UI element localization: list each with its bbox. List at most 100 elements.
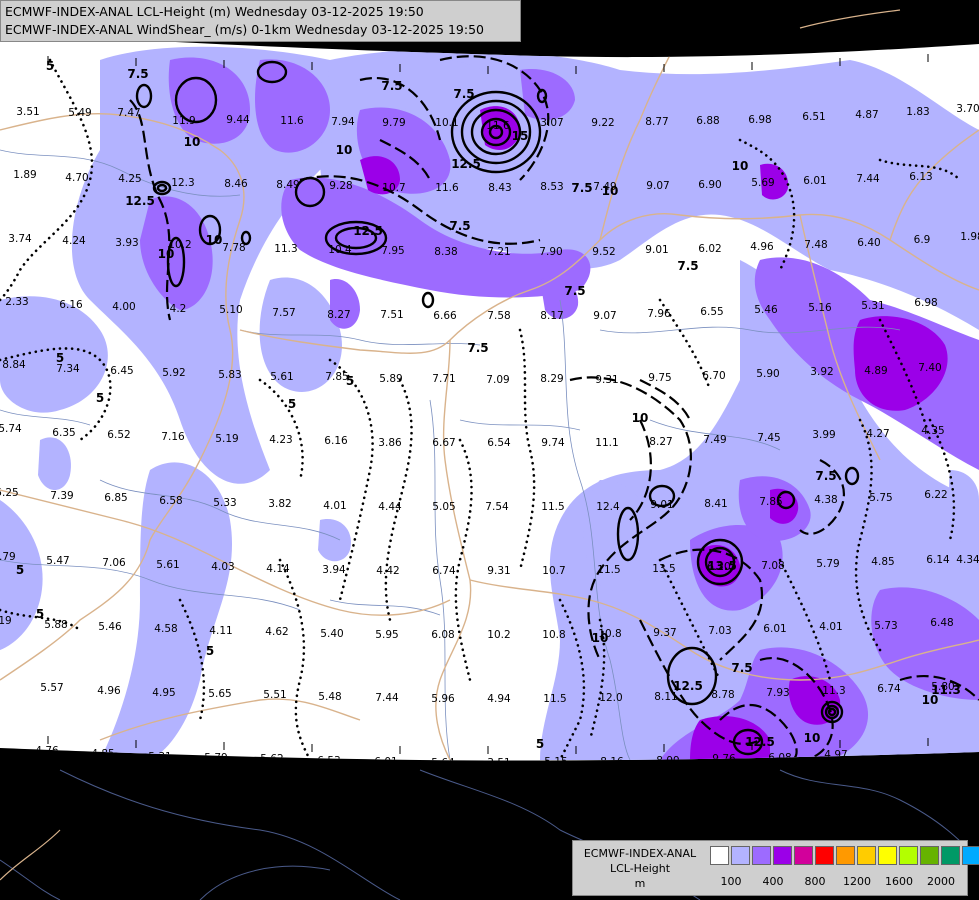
station-value: 8.43 [488, 182, 511, 194]
station-value: 4.24 [62, 235, 86, 247]
station-value: 6.19 [0, 615, 12, 627]
station-value: 4.34 [956, 554, 979, 566]
station-value: 6.01 [763, 623, 786, 635]
station-value: 10.1 [435, 117, 458, 129]
station-value: 5.10 [219, 304, 242, 316]
legend-title-model: ECMWF-INDEX-ANAL [583, 847, 697, 860]
station-value: 5.46 [754, 304, 778, 316]
legend-swatch [899, 846, 918, 865]
legend-title-unit: m [634, 877, 646, 890]
station-value: 4.96 [750, 241, 774, 253]
legend-tick-labels: 100 400 800 1200 1600 2000 [710, 875, 966, 889]
weather-map: 7.51012.57.510157.512.57.51012.510107.57… [0, 0, 979, 900]
station-value: 5.19 [215, 433, 238, 445]
station-value: 7.47 [117, 107, 140, 119]
contour-label: 12.5 [451, 157, 481, 171]
station-value: 7.45 [757, 432, 780, 444]
contour-label: 7.5 [467, 341, 488, 355]
legend-swatch [710, 846, 729, 865]
station-value: 7.96 [647, 308, 671, 320]
station-value: 3.99 [812, 429, 835, 441]
station-value: 5.83 [218, 369, 241, 381]
station-value: 4.95 [152, 687, 175, 699]
station-value: 5.75 [869, 492, 892, 504]
station-value: 3.74 [8, 233, 32, 245]
contour-label: 12.5 [125, 194, 155, 208]
station-value: 5.61 [270, 371, 293, 383]
station-value: 7.85 [759, 496, 782, 508]
station-value: 7.51 [380, 309, 403, 321]
station-value: 5.16 [808, 302, 832, 314]
legend-tick-label: 1600 [885, 875, 913, 888]
station-value: 8.38 [434, 246, 457, 258]
legend-swatch [815, 846, 834, 865]
station-value: 4.70 [65, 172, 88, 184]
station-value: 10.8 [598, 628, 621, 640]
contour-label: 7.5 [815, 469, 836, 483]
station-value: 5.46 [98, 621, 122, 633]
station-value: 8.84 [2, 359, 26, 371]
station-value: 4.96 [97, 685, 121, 697]
station-value: 11.6 [435, 182, 459, 194]
station-value: 9.52 [592, 246, 615, 258]
station-value: 4.27 [866, 428, 889, 440]
contour-label: 7.5 [127, 67, 148, 81]
station-value: 8.17 [540, 310, 563, 322]
station-value: 5.79 [816, 558, 839, 570]
legend-swatch [773, 846, 792, 865]
station-value: 3.07 [540, 117, 563, 129]
station-value: 11.6 [280, 115, 304, 127]
station-value: 4.03 [211, 561, 234, 573]
station-value: 10.2 [168, 239, 191, 251]
contour-label: 10 [184, 135, 201, 149]
station-value: 6.54 [487, 437, 511, 449]
contour-label: 10 [804, 731, 821, 745]
station-value: 6.52 [107, 429, 130, 441]
station-value: 4.85 [871, 556, 894, 568]
station-value: 10.8 [542, 629, 565, 641]
contour-label: 10 [732, 159, 749, 173]
station-value: 5.57 [40, 682, 63, 694]
station-value: 7.40 [918, 362, 941, 374]
station-value: 9.44 [226, 114, 250, 126]
station-value: 5.65 [208, 688, 231, 700]
legend-swatch [878, 846, 897, 865]
station-value: 1.89 [13, 169, 36, 181]
station-value: 9.37 [653, 627, 676, 639]
station-value: 5.92 [162, 367, 185, 379]
station-value: 6.01 [803, 175, 826, 187]
legend-title: ECMWF-INDEX-ANAL LCL-Height m [577, 846, 703, 891]
legend-tick-label: 2000 [927, 875, 955, 888]
station-value: 4.25 [118, 173, 141, 185]
legend-box: ECMWF-INDEX-ANAL LCL-Height m 100 400 800 1… [572, 840, 979, 896]
station-value: 4.23 [269, 434, 292, 446]
station-value: 6.55 [700, 306, 723, 318]
station-value: 8.27 [649, 436, 672, 448]
station-value: 6.98 [748, 114, 771, 126]
station-value: 6.70 [702, 370, 725, 382]
legend-tick-label: 400 [762, 875, 784, 888]
station-value: 6.35 [52, 427, 75, 439]
contour-label: 7.5 [731, 661, 752, 675]
legend-swatch [941, 846, 960, 865]
station-value: 3.94 [322, 564, 346, 576]
station-value: 6.02 [698, 243, 721, 255]
station-value: 13.5 [652, 563, 675, 575]
station-value: 11.1 [595, 437, 618, 449]
station-value: 6.88 [696, 115, 719, 127]
station-value: 4.01 [819, 621, 842, 633]
station-value: 6.40 [857, 237, 880, 249]
station-value: 7.08 [761, 560, 784, 572]
station-value: 10.7 [542, 565, 565, 577]
station-value: 6.66 [433, 310, 457, 322]
station-value: 4.01 [323, 500, 346, 512]
station-value: 4.35 [921, 425, 944, 437]
station-value: 7.06 [102, 557, 126, 569]
station-value: 3.70 [956, 103, 979, 115]
legend-swatch [857, 846, 876, 865]
legend-color-swatches [710, 846, 979, 866]
station-value: 11.3 [822, 685, 845, 697]
station-value: 5.33 [213, 497, 236, 509]
map-viewer: 7.5 10 12.5 7.5 10 15 7.5 12.5 7.5 10 12.5 10 10 7.5 7… [0, 0, 979, 900]
station-value: 7.71 [432, 373, 455, 385]
